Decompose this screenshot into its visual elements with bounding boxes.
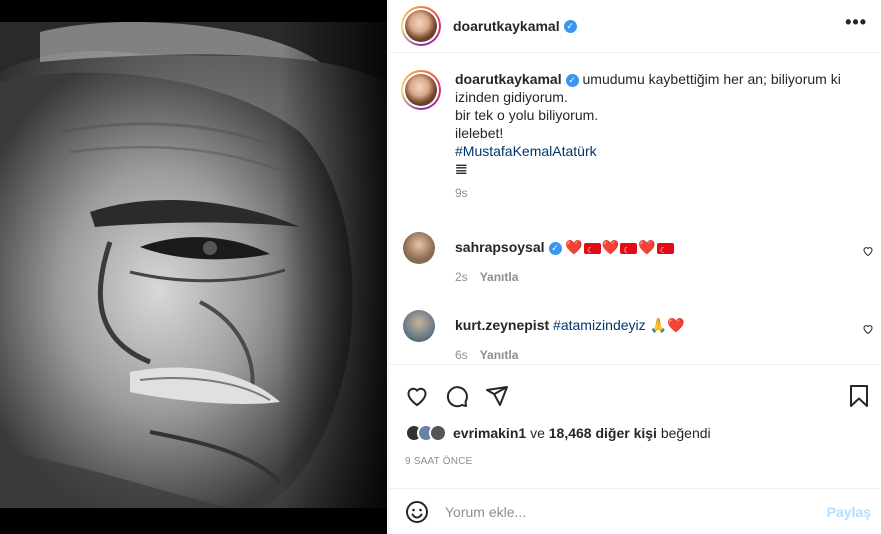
likes-suffix: beğendi [660,425,711,441]
caption: doarutkaykamal ✓ umudumu kaybettiğim her … [389,54,881,202]
liker-avatar[interactable] [429,424,447,442]
bookmark-save-icon[interactable] [847,384,871,408]
caption-line: izinden gidiyorum. [455,89,568,105]
author-username[interactable]: doarutkaykamal [453,18,560,34]
commenter-avatar[interactable] [403,232,435,264]
caption-line: bir tek o yolu biliyorum. [455,107,599,123]
action-bar [389,364,881,424]
verified-badge-icon: ✓ [548,241,562,255]
share-send-icon[interactable] [485,384,509,408]
comment-username[interactable]: sahrapsoysal [455,239,545,255]
comment-emojis: ❤️❤️❤️ [565,239,674,260]
comment-time[interactable]: 2s [455,270,468,284]
caption-time[interactable]: 9s [455,184,841,202]
more-options-icon[interactable]: ••• [845,12,867,33]
emoji-smiley-icon[interactable] [405,500,429,524]
reply-button[interactable]: Yanıtla [480,270,519,284]
comment-body: kurt.zeynepist #atamizindeyiz 🙏❤️ 6s Yanı… [455,317,685,362]
like-heart-icon[interactable] [405,384,429,408]
comment-body: sahrapsoysal✓ ❤️❤️❤️ 2s Yanıtla [455,238,675,286]
caption-avatar[interactable] [401,70,441,110]
comment-emoji: 🙏 [649,317,667,333]
verified-badge-icon: ✓ [565,73,579,87]
first-liker[interactable]: evrimakin1 [453,425,526,441]
comment-item: kurt.zeynepist #atamizindeyiz 🙏❤️ 6s Yanı… [389,310,881,364]
like-comment-icon[interactable] [862,323,874,335]
comment-hashtag[interactable]: #atamizindeyiz [553,317,646,333]
verified-badge-icon: ✓ [563,19,577,33]
post-timestamp[interactable]: 9 SAAT ÖNCE [405,456,472,467]
caption-username[interactable]: doarutkaykamal [455,71,562,87]
comment-time[interactable]: 6s [455,348,468,362]
likes-connector: ve [530,425,545,441]
likes-summary: evrimakin1 ve 18,468 diğer kişi beğendi [405,424,711,442]
caption-line: umudumu kaybettiğim her an; biliyorum ki [582,71,841,87]
caption-glyph: 𝌆 [455,161,468,177]
caption-line: ilelebet! [455,125,504,141]
post-comment-button[interactable]: Paylaş [827,504,871,520]
caption-hashtag[interactable]: #MustafaKemalAtatürk [455,142,841,160]
like-comment-icon[interactable] [862,245,874,257]
post-sidebar: doarutkaykamal ✓ ••• doarutkaykamal ✓ umu… [388,0,881,534]
comment-input[interactable] [445,503,827,520]
comments-section[interactable]: doarutkaykamal ✓ umudumu kaybettiğim her … [389,54,881,364]
reply-button[interactable]: Yanıtla [480,348,519,362]
commenter-avatar[interactable] [403,310,435,342]
portrait-photo[interactable] [0,22,387,508]
author-avatar[interactable] [401,6,441,46]
post-header: doarutkaykamal ✓ ••• [389,0,881,53]
add-comment-bar: Paylaş [389,488,881,534]
comment-username[interactable]: kurt.zeynepist [455,317,549,333]
caption-body: doarutkaykamal ✓ umudumu kaybettiğim her … [455,70,841,202]
comment-item: sahrapsoysal✓ ❤️❤️❤️ 2s Yanıtla [389,232,881,286]
other-likers-count[interactable]: 18,468 diğer kişi [549,425,657,441]
comment-bubble-icon[interactable] [445,384,469,408]
post-media[interactable] [0,0,387,534]
